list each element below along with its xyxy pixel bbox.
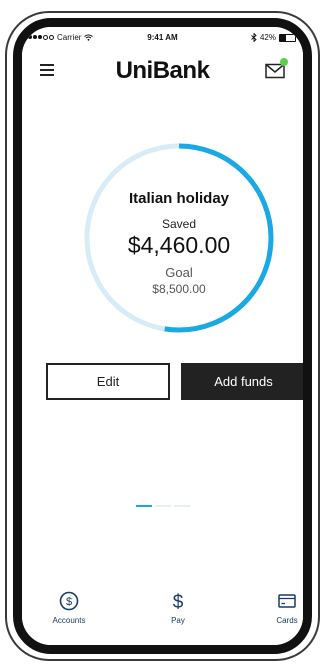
dollar-sign-icon: $ [173,592,184,611]
page-indicator[interactable] [22,505,303,507]
battery-fill [280,34,287,41]
mail-button[interactable] [265,58,288,79]
tab-cards-label: Cards [276,616,298,625]
add-funds-button[interactable]: Add funds [181,363,303,400]
notification-badge [280,58,288,66]
svg-text:$: $ [66,596,72,608]
goal-name: Italian holiday [128,190,230,207]
app-header: UniBank [22,51,303,91]
tab-bar: $ Accounts $ Pay Cards [22,581,303,645]
tab-pay[interactable]: $ Pay [143,591,213,625]
tab-accounts[interactable]: $ Accounts [34,591,104,625]
battery-percent: 42% [259,33,276,42]
goal-amount: $8,500.00 [152,282,206,296]
edit-button[interactable]: Edit [46,363,170,400]
tab-cards[interactable]: Cards [252,591,303,625]
bluetooth-icon [251,33,257,42]
phone-bezel: Carrier 9:41 AM 42% UniBank Italian holi… [13,18,312,654]
page-dot[interactable] [154,505,171,507]
credit-card-icon [278,594,296,608]
saved-label: Saved [161,217,197,231]
status-right: 42% [251,33,296,42]
goal-label: Goal [165,265,193,280]
page-dot[interactable] [135,505,152,507]
status-bar: Carrier 9:41 AM 42% [22,31,303,45]
phone-frame: Carrier 9:41 AM 42% UniBank Italian holi… [5,11,320,661]
tab-pay-label: Pay [171,616,185,625]
saved-amount: $4,460.00 [127,232,231,258]
dollar-circle-icon: $ [59,591,79,611]
unibank-logo: UniBank [115,57,210,84]
battery-icon [279,33,296,42]
page-dot[interactable] [173,505,190,507]
savings-progress-ring: Italian holiday Saved $4,460.00 Goal $8,… [82,141,276,335]
svg-text:$: $ [173,592,184,611]
tab-accounts-label: Accounts [52,616,86,625]
app-screen: Carrier 9:41 AM 42% UniBank Italian holi… [22,27,303,645]
